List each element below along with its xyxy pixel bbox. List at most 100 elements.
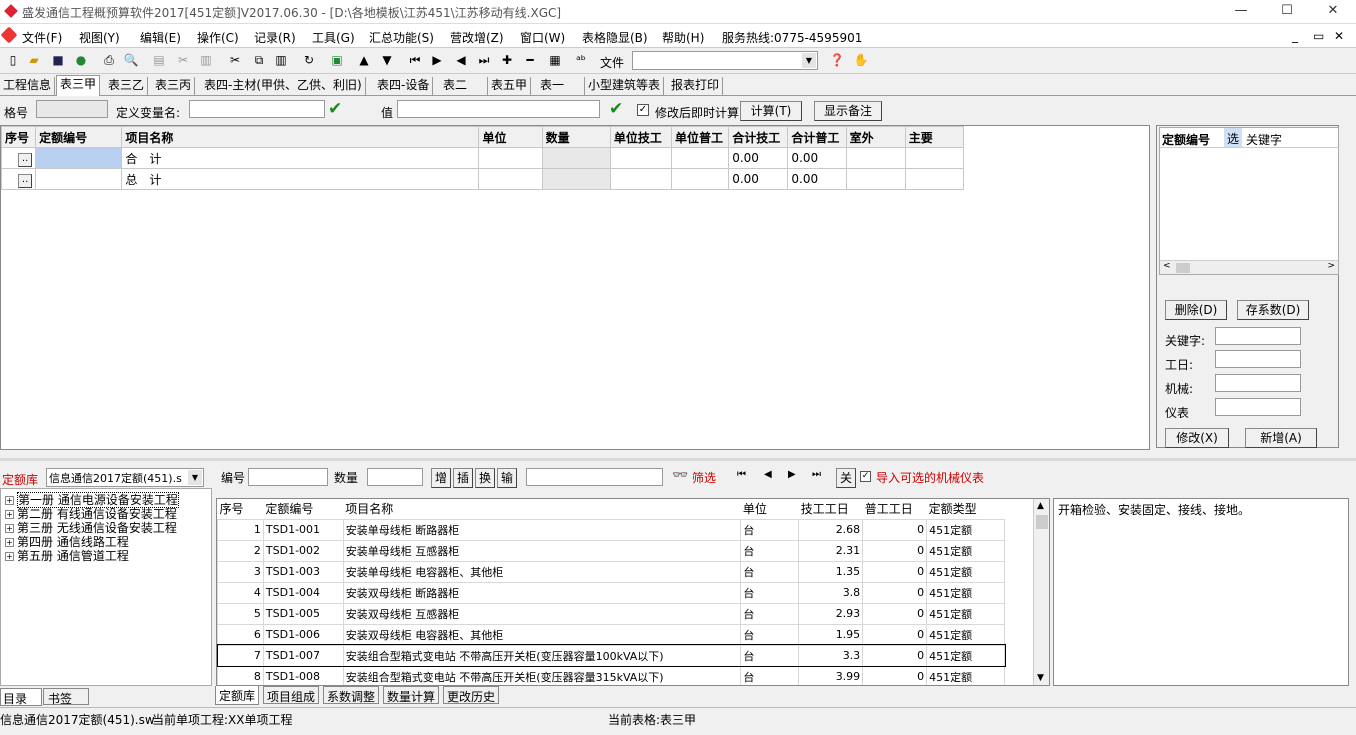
last-record-icon[interactable]: ⏭ bbox=[475, 52, 493, 69]
modify-button[interactable]: 修改(X) bbox=[1165, 428, 1229, 448]
import-checkbox[interactable]: ✓ bbox=[860, 471, 871, 482]
row-skilled[interactable]: 1.95 bbox=[798, 623, 864, 646]
keyword-input[interactable] bbox=[1215, 327, 1301, 345]
row-name[interactable]: 安装单母线柜 断路器柜 bbox=[342, 518, 742, 541]
filter-button[interactable]: 筛选 bbox=[692, 469, 716, 486]
row-general[interactable]: 0 bbox=[862, 560, 928, 583]
row-general[interactable]: 0 bbox=[862, 602, 928, 625]
move-up-icon[interactable]: ▲ bbox=[355, 52, 373, 69]
tab-composition[interactable]: 项目组成 bbox=[263, 686, 320, 704]
tab-report-print[interactable]: 报表打印 bbox=[668, 77, 724, 95]
confirm-value-icon[interactable]: ✔ bbox=[609, 99, 623, 119]
row-code[interactable]: TSD1-008 bbox=[262, 665, 344, 685]
recalc-icon[interactable]: ▣ bbox=[328, 52, 346, 69]
refresh-icon[interactable]: ↻ bbox=[300, 52, 318, 69]
tab-quantity-calc[interactable]: 数量计算 bbox=[383, 686, 440, 704]
row-code[interactable]: TSD1-004 bbox=[262, 581, 344, 604]
input-item-button[interactable]: 输 bbox=[497, 468, 517, 488]
menu-operate[interactable]: 操作(C) bbox=[197, 29, 239, 46]
row-seq[interactable]: 4 bbox=[217, 581, 264, 604]
row-name[interactable]: 安装双母线柜 断路器柜 bbox=[342, 581, 742, 604]
filter-input[interactable] bbox=[526, 468, 663, 486]
value-input[interactable] bbox=[397, 100, 600, 118]
row-type[interactable]: 451定额 bbox=[926, 539, 1005, 562]
delete-record-icon[interactable]: ━ bbox=[521, 52, 539, 69]
row-general[interactable]: 0 bbox=[862, 581, 928, 604]
row-name-cell[interactable]: 合 计 bbox=[121, 147, 480, 169]
show-notes-button[interactable]: 显示备注 bbox=[814, 101, 882, 121]
tab-small-building[interactable]: 小型建筑等表 bbox=[585, 77, 665, 95]
maximize-button[interactable]: ☐ bbox=[1264, 0, 1310, 24]
add-record-icon[interactable]: ✚ bbox=[498, 52, 516, 69]
save-coef-button[interactable]: 存系数(D) bbox=[1237, 300, 1309, 320]
mdi-restore[interactable]: ▭ bbox=[1313, 29, 1324, 43]
scroll-down-icon[interactable]: ▼ bbox=[1037, 673, 1044, 683]
mdi-minimize[interactable]: _ bbox=[1292, 29, 1298, 43]
row-code[interactable]: TSD1-007 bbox=[262, 644, 344, 667]
print-icon[interactable]: ⎙ bbox=[100, 52, 118, 69]
row-code[interactable]: TSD1-006 bbox=[262, 623, 344, 646]
close-button[interactable]: ✕ bbox=[1310, 0, 1356, 24]
menu-record[interactable]: 记录(R) bbox=[254, 29, 296, 46]
cut-icon[interactable]: ✂ bbox=[226, 52, 244, 69]
tab-history[interactable]: 更改历史 bbox=[443, 686, 500, 704]
copy-icon[interactable]: ⧉ bbox=[250, 52, 268, 69]
file-select[interactable]: ▼ bbox=[632, 51, 818, 70]
menu-file[interactable]: 文件(F) bbox=[22, 29, 62, 46]
menu-tools[interactable]: 工具(G) bbox=[312, 29, 355, 46]
paste-icon[interactable]: ▥ bbox=[272, 52, 290, 69]
row-general[interactable]: 0 bbox=[862, 665, 928, 685]
horizontal-scrollbar[interactable]: < > bbox=[1160, 260, 1338, 274]
row-skilled[interactable]: 3.99 bbox=[798, 665, 864, 685]
open-folder-icon[interactable]: ▰ bbox=[25, 52, 43, 69]
row-code[interactable]: TSD1-003 bbox=[262, 560, 344, 583]
close-filter-button[interactable]: 关 bbox=[836, 468, 856, 488]
row-type[interactable]: 451定额 bbox=[926, 560, 1005, 583]
row-unit[interactable]: 台 bbox=[740, 623, 800, 646]
help-icon[interactable]: ❓ bbox=[828, 52, 846, 69]
row-unit[interactable]: 台 bbox=[740, 665, 800, 685]
row-type[interactable]: 451定额 bbox=[926, 623, 1005, 646]
tab-coefficient[interactable]: 系数调整 bbox=[323, 686, 380, 704]
row-unit[interactable]: 台 bbox=[740, 539, 800, 562]
row-name[interactable]: 安装双母线柜 电容器柜、其他柜 bbox=[342, 623, 742, 646]
next-icon[interactable]: ▶ bbox=[788, 469, 796, 480]
mdi-close[interactable]: ✕ bbox=[1334, 29, 1344, 43]
new-file-icon[interactable]: ▯ bbox=[4, 52, 22, 69]
row-general[interactable]: 0 bbox=[862, 644, 928, 667]
row-unit[interactable]: 台 bbox=[740, 644, 800, 667]
scroll-thumb[interactable] bbox=[1036, 515, 1048, 529]
table-row[interactable]: .. 合 计 0.00 0.00 bbox=[0, 147, 965, 169]
table-row[interactable]: 5 TSD1-005 安装双母线柜 互感器柜台 2.93 0 451定额 bbox=[217, 602, 1005, 625]
row-name[interactable]: 安装单母线柜 互感器柜 bbox=[342, 539, 742, 562]
tab-table4-materials[interactable]: 表四-主材(甲供、乙供、利旧) bbox=[201, 77, 366, 95]
prev-icon[interactable]: ◀ bbox=[452, 52, 470, 69]
add-item-button[interactable]: 增 bbox=[431, 468, 451, 488]
row-name[interactable]: 安装组合型箱式变电站 不带高压开关柜(变压器容量100kVA以下) bbox=[342, 644, 742, 667]
row-type[interactable]: 451定额 bbox=[926, 581, 1005, 604]
row-seq[interactable]: 1 bbox=[217, 518, 264, 541]
row-seq[interactable]: 2 bbox=[217, 539, 264, 562]
binoculars-icon[interactable]: 👓 bbox=[672, 468, 688, 483]
tab-catalog[interactable]: 目录 bbox=[0, 688, 42, 706]
menu-window[interactable]: 窗口(W) bbox=[520, 29, 565, 46]
row-general[interactable]: 0 bbox=[862, 539, 928, 562]
save-icon[interactable]: ■ bbox=[49, 52, 67, 69]
insert-item-button[interactable]: 插 bbox=[453, 468, 473, 488]
code-input[interactable] bbox=[248, 468, 328, 486]
row-type[interactable]: 451定额 bbox=[926, 644, 1005, 667]
table-row[interactable]: 4 TSD1-004 安装双母线柜 断路器柜台 3.8 0 451定额 bbox=[217, 581, 1005, 604]
replace-item-button[interactable]: 换 bbox=[475, 468, 495, 488]
table-row[interactable]: 1 TSD1-001 安装单母线柜 断路器柜台 2.68 0 451定额 bbox=[217, 518, 1005, 541]
print-preview-icon[interactable]: 🔍 bbox=[122, 52, 140, 69]
machine-input[interactable] bbox=[1215, 374, 1301, 392]
scroll-up-icon[interactable]: ▲ bbox=[1037, 501, 1044, 511]
menu-edit[interactable]: 编辑(E) bbox=[140, 29, 181, 46]
first-icon[interactable]: ⏮ bbox=[737, 469, 746, 480]
row-skilled[interactable]: 3.8 bbox=[798, 581, 864, 604]
row-select-button[interactable]: .. bbox=[18, 152, 33, 167]
tab-table2[interactable]: 表二 bbox=[440, 77, 488, 95]
row-skilled[interactable]: 2.31 bbox=[798, 539, 864, 562]
table-row[interactable]: 2 TSD1-002 安装单母线柜 互感器柜台 2.31 0 451定额 bbox=[217, 539, 1005, 562]
row-code[interactable]: TSD1-002 bbox=[262, 539, 344, 562]
